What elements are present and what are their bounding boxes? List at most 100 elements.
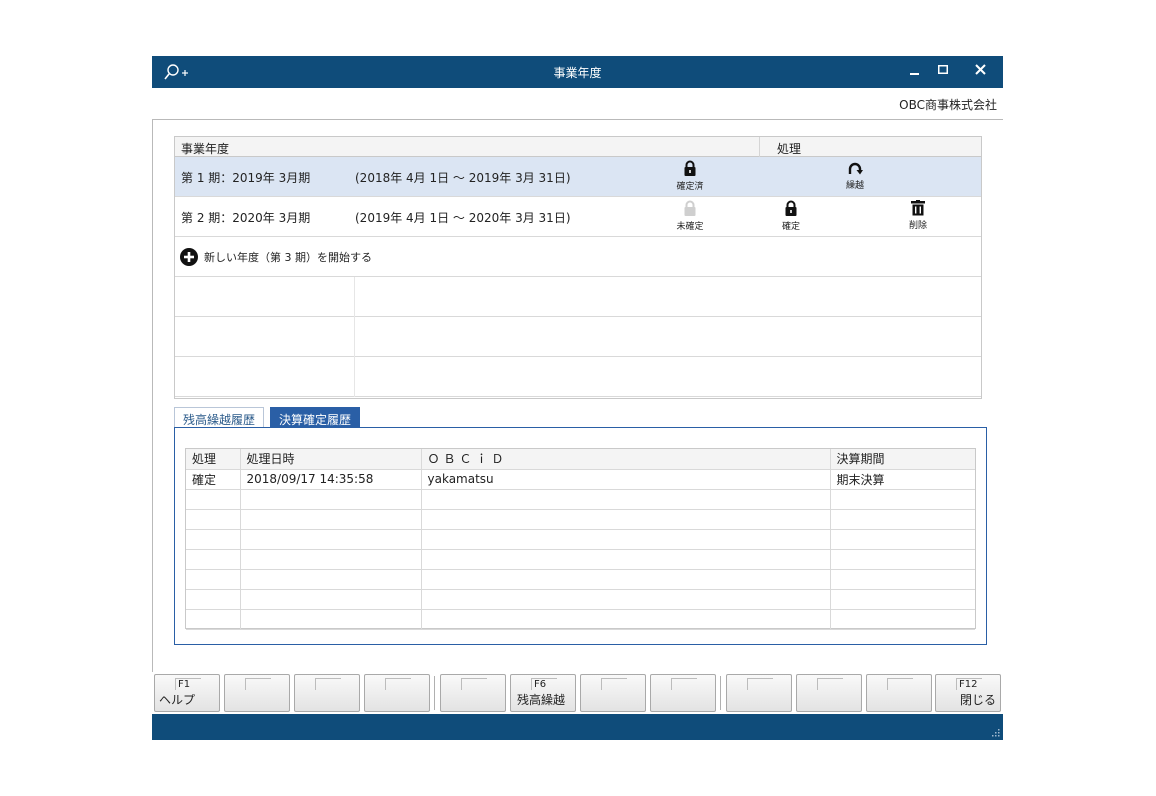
history-cell-datetime: 2018/09/17 14:35:58 xyxy=(240,469,422,490)
minimize-icon xyxy=(910,73,919,75)
table-row xyxy=(186,489,975,510)
lock-open-icon xyxy=(684,200,696,216)
column-divider xyxy=(354,317,355,357)
lock-icon xyxy=(785,200,797,216)
function-key-bar: F1 ヘルプ F6 残高繰越 F12 閉じる xyxy=(152,672,1003,712)
resize-grip-icon[interactable] xyxy=(992,729,1000,737)
add-year-label[interactable]: 新しい年度（第 3 期）を開始する xyxy=(204,249,372,265)
history-col-period: 決算期間 xyxy=(830,449,975,470)
status-bar xyxy=(152,714,1003,740)
empty-row xyxy=(175,277,981,317)
carry-forward-button[interactable]: 繰越 xyxy=(825,160,885,191)
header-divider xyxy=(759,137,760,157)
history-table: 処理 処理日時 ＯＢＣｉＤ 決算期間 確定 2018/09/17 14:35:5… xyxy=(185,448,976,630)
lock-closed-icon xyxy=(684,160,696,176)
trash-icon xyxy=(911,200,925,216)
history-col-datetime: 処理日時 xyxy=(240,449,422,470)
f1-help-button[interactable]: F1 ヘルプ xyxy=(154,674,220,712)
f11-button[interactable] xyxy=(866,674,932,712)
business-year-window: 事業年度 OBC商事株式会社 事業年度 処理 第 1 期：2019年 3月期 (… xyxy=(152,56,1003,740)
history-cell-period: 期末決算 xyxy=(830,469,975,490)
empty-row xyxy=(175,317,981,357)
history-header-row: 処理 処理日時 ＯＢＣｉＤ 決算期間 xyxy=(186,449,975,470)
key-number-box xyxy=(245,678,271,690)
status-confirmed-label: 確定済 xyxy=(676,182,704,192)
table-row xyxy=(186,609,975,630)
empty-row xyxy=(175,357,981,397)
table-row xyxy=(186,569,975,590)
table-row[interactable]: 確定 2018/09/17 14:35:58 yakamatsu 期末決算 xyxy=(186,469,975,490)
title-bar: 事業年度 xyxy=(152,56,1003,88)
f10-button[interactable] xyxy=(796,674,862,712)
key-number-box xyxy=(887,678,913,690)
key-number-box xyxy=(817,678,843,690)
table-row xyxy=(186,529,975,550)
history-col-process: 処理 xyxy=(186,449,241,470)
plus-circle-icon xyxy=(180,248,198,266)
confirm-button[interactable]: 確定 xyxy=(761,200,821,232)
column-divider xyxy=(354,277,355,317)
minimize-button[interactable] xyxy=(904,62,926,82)
year-row-2[interactable]: 第 2 期：2020年 3月期 (2019年 4月 1日 ～ 2020年 3月 … xyxy=(175,197,981,237)
business-year-grid: 事業年度 処理 第 1 期：2019年 3月期 (2018年 4月 1日 ～ 2… xyxy=(174,136,982,399)
column-divider xyxy=(354,357,355,397)
status-confirmed: 確定済 xyxy=(660,160,720,192)
f6-carry-forward-button[interactable]: F6 残高繰越 xyxy=(510,674,576,712)
f3-button[interactable] xyxy=(294,674,360,712)
f12-key-number: F12 xyxy=(956,678,982,690)
redo-arrow-icon xyxy=(848,162,863,175)
delete-label: 削除 xyxy=(908,221,927,231)
delete-button[interactable]: 削除 xyxy=(888,200,948,231)
history-cell-obcid: yakamatsu xyxy=(421,469,831,490)
key-number-box xyxy=(461,678,487,690)
f12-key-label: 閉じる xyxy=(959,693,996,707)
header-process: 処理 xyxy=(777,142,802,156)
close-button[interactable] xyxy=(969,62,991,82)
key-group-divider xyxy=(434,676,435,710)
history-panel: 処理 処理日時 ＯＢＣｉＤ 決算期間 確定 2018/09/17 14:35:5… xyxy=(174,427,987,645)
f2-button[interactable] xyxy=(224,674,290,712)
f9-button[interactable] xyxy=(726,674,792,712)
status-unconfirmed-label: 未確定 xyxy=(676,222,704,232)
f6-key-number: F6 xyxy=(531,678,557,690)
left-border xyxy=(152,119,153,674)
period-label: 第 2 期：2020年 3月期 xyxy=(181,211,311,225)
f12-close-button[interactable]: F12 閉じる xyxy=(935,674,1001,712)
divider xyxy=(152,119,1003,120)
table-row xyxy=(186,549,975,570)
key-number-box xyxy=(671,678,697,690)
history-cell-process: 確定 xyxy=(186,469,241,490)
f1-key-number: F1 xyxy=(175,678,201,690)
tab-settlement-confirm-history[interactable]: 決算確定履歴 xyxy=(270,407,361,428)
status-unconfirmed: 未確定 xyxy=(660,200,720,232)
close-icon xyxy=(974,64,986,75)
key-number-box xyxy=(601,678,627,690)
key-number-box xyxy=(385,678,411,690)
table-row xyxy=(186,589,975,610)
f1-key-label: ヘルプ xyxy=(159,693,196,707)
f6-key-label: 残高繰越 xyxy=(516,693,565,707)
carry-forward-label: 繰越 xyxy=(845,181,864,191)
maximize-button[interactable] xyxy=(932,62,954,82)
company-name: OBC商事株式会社 xyxy=(899,98,997,112)
period-label: 第 1 期：2019年 3月期 xyxy=(181,171,311,185)
key-number-box xyxy=(315,678,341,690)
year-row-1[interactable]: 第 1 期：2019年 3月期 (2018年 4月 1日 ～ 2019年 3月 … xyxy=(175,157,981,197)
table-row xyxy=(186,509,975,530)
header-business-year: 事業年度 xyxy=(181,142,230,156)
tab-balance-carryforward-history[interactable]: 残高繰越履歴 xyxy=(174,407,265,428)
f7-button[interactable] xyxy=(580,674,646,712)
grid-header: 事業年度 処理 xyxy=(175,137,981,157)
key-number-box xyxy=(747,678,773,690)
maximize-icon xyxy=(938,65,948,74)
period-range: (2018年 4月 1日 ～ 2019年 3月 31日) xyxy=(355,171,571,185)
f8-button[interactable] xyxy=(650,674,716,712)
confirm-label: 確定 xyxy=(781,222,800,232)
window-title: 事業年度 xyxy=(553,66,602,80)
key-group-divider xyxy=(720,676,721,710)
f4-button[interactable] xyxy=(364,674,430,712)
add-year-row[interactable]: 新しい年度（第 3 期）を開始する xyxy=(175,237,981,277)
f5-button[interactable] xyxy=(440,674,506,712)
history-col-obcid: ＯＢＣｉＤ xyxy=(421,449,831,470)
period-range: (2019年 4月 1日 ～ 2020年 3月 31日) xyxy=(355,211,571,225)
